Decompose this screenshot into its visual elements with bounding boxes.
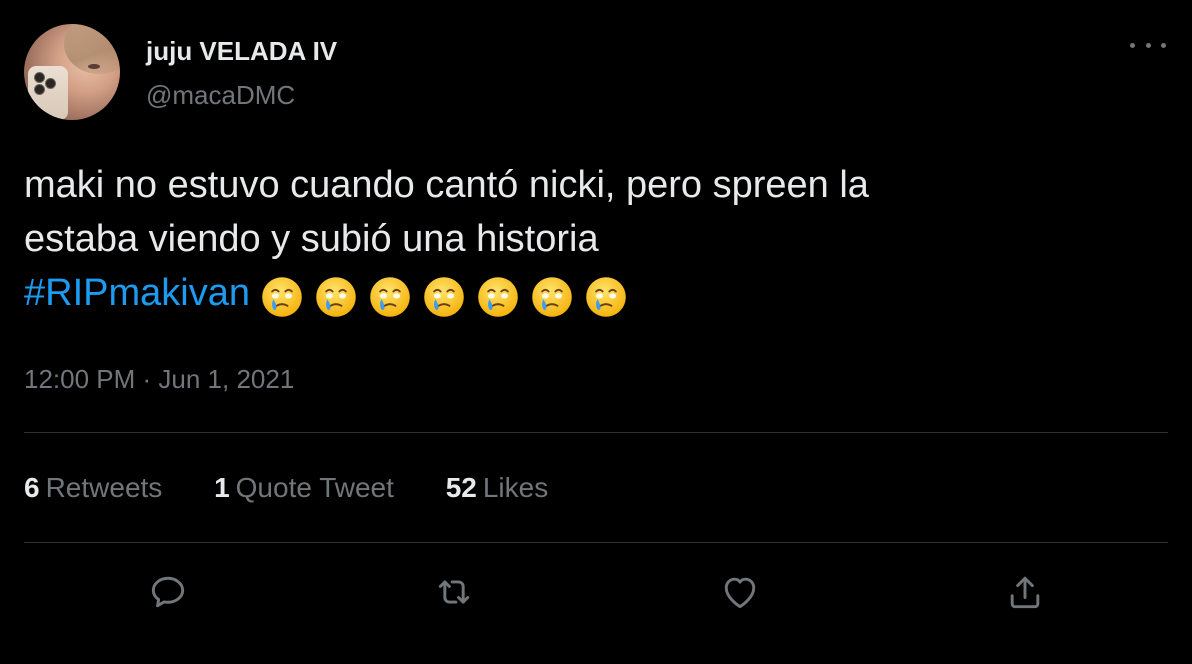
tweet: juju VELADA IV @macaDMC maki no estuvo c… [0, 0, 1192, 664]
more-dot [1161, 42, 1166, 48]
likes-count: 52 [445, 472, 477, 503]
retweets-count: 6 [24, 472, 40, 503]
camera-lens-icon [45, 78, 56, 89]
face-holding-back-tears-emoji [476, 275, 520, 319]
tweet-body: maki no estuvo cuando cantó nicki, pero … [24, 164, 869, 260]
face-holding-back-tears-emoji [260, 275, 304, 319]
tweet-timestamp[interactable]: 12:00 PM · Jun 1, 2021 [24, 364, 294, 395]
tweet-stats: 6 Retweets 1 Quote Tweet 52 Likes [24, 472, 592, 504]
reply-icon [151, 576, 185, 608]
avatar-phone [28, 66, 68, 120]
face-holding-back-tears-emoji [530, 275, 574, 319]
quotes-label: Quote Tweet [235, 472, 394, 503]
divider [24, 542, 1168, 543]
camera-lens-icon [34, 72, 45, 83]
avatar-eye [88, 64, 100, 69]
retweets-stat[interactable]: 6 Retweets [24, 472, 162, 504]
share-icon [1010, 576, 1040, 609]
display-name[interactable]: juju VELADA IV [146, 36, 337, 67]
retweet-button[interactable] [432, 570, 476, 614]
share-button[interactable] [1003, 570, 1047, 614]
hashtag-link[interactable]: #RIPmakivan [24, 272, 250, 314]
avatar[interactable] [24, 24, 120, 120]
like-button[interactable] [718, 570, 762, 614]
face-holding-back-tears-emoji [422, 275, 466, 319]
reply-button[interactable] [146, 570, 190, 614]
likes-stat[interactable]: 52 Likes [446, 472, 549, 504]
retweet-icon [438, 580, 470, 604]
face-holding-back-tears-emoji [314, 275, 358, 319]
quote-tweets-stat[interactable]: 1 Quote Tweet [214, 472, 394, 504]
more-options-icon[interactable] [1130, 36, 1166, 54]
tweet-text: maki no estuvo cuando cantó nicki, pero … [24, 158, 1154, 322]
user-handle[interactable]: @macaDMC [146, 80, 295, 111]
face-holding-back-tears-emoji [584, 275, 628, 319]
emoji-row [260, 268, 638, 322]
heart-icon [724, 577, 756, 609]
retweets-label: Retweets [45, 472, 163, 503]
face-holding-back-tears-emoji [368, 275, 412, 319]
more-dot [1145, 42, 1151, 48]
divider [24, 432, 1168, 433]
more-dot [1130, 42, 1135, 48]
quotes-count: 1 [214, 472, 230, 503]
likes-label: Likes [482, 472, 549, 503]
camera-lens-icon [34, 84, 45, 95]
